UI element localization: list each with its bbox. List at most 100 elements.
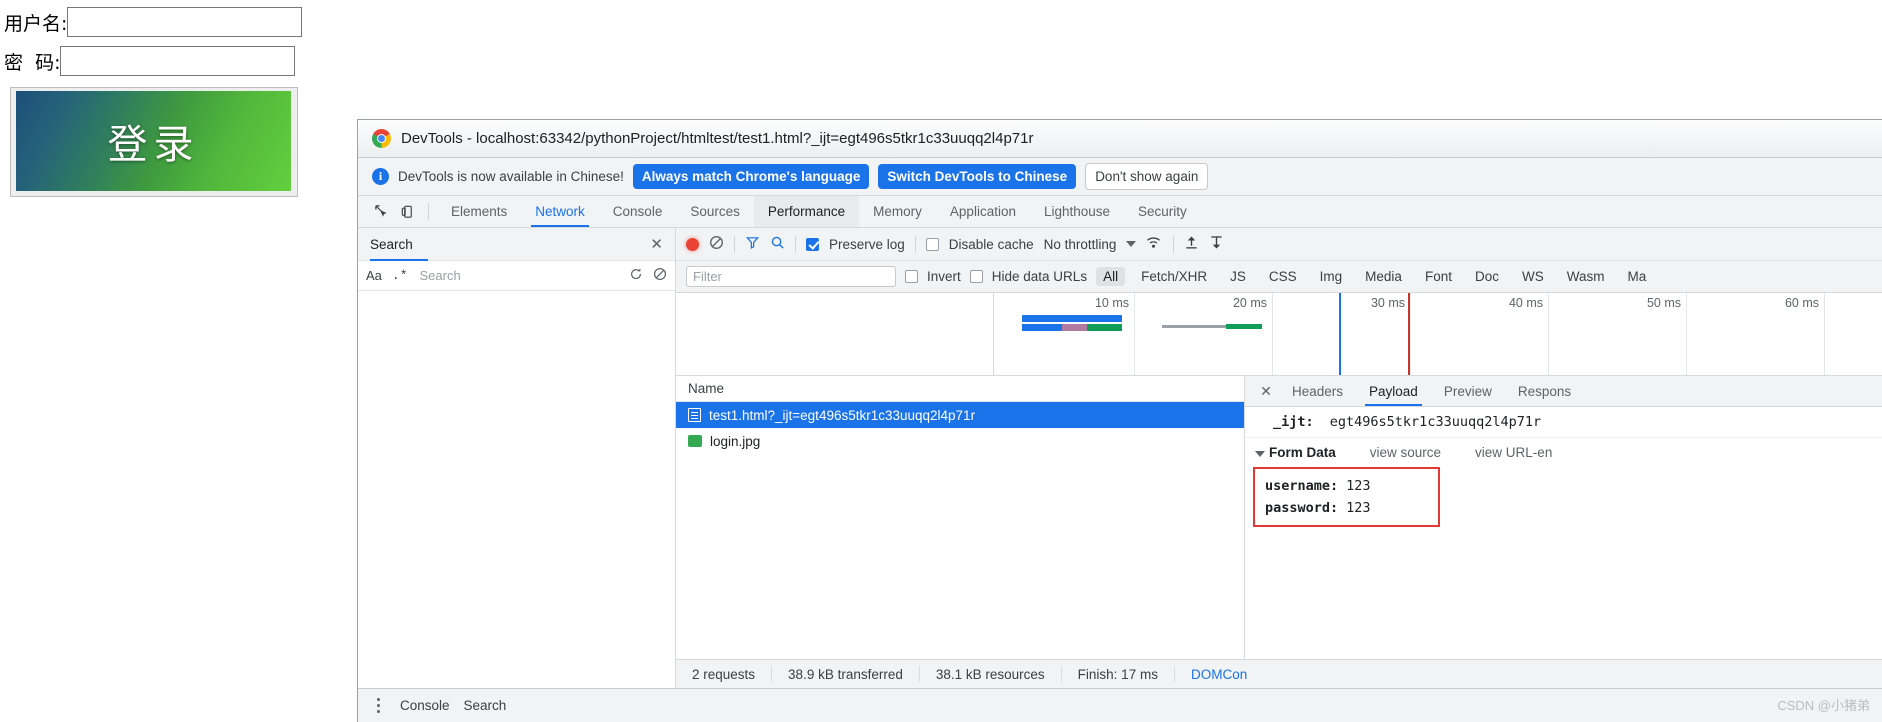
filter-type-js[interactable]: JS bbox=[1223, 267, 1253, 286]
drawer-tab-search[interactable]: Search bbox=[464, 698, 507, 713]
filter-type-font[interactable]: Font bbox=[1418, 267, 1459, 286]
tab-network[interactable]: Network bbox=[521, 196, 599, 227]
status-finish: Finish: 17 ms bbox=[1062, 666, 1175, 682]
search-pane: Search ✕ Aa .* bbox=[358, 228, 676, 688]
clear-icon[interactable] bbox=[653, 267, 667, 284]
view-source-link[interactable]: view source bbox=[1370, 445, 1441, 460]
dont-show-again-button[interactable]: Don't show again bbox=[1085, 163, 1209, 190]
regex-icon[interactable]: .* bbox=[392, 268, 408, 283]
form-field-key: username: bbox=[1265, 478, 1339, 494]
inspect-element-icon[interactable] bbox=[368, 196, 394, 227]
status-transferred: 38.9 kB transferred bbox=[772, 666, 920, 682]
filter-type-manifest[interactable]: Ma bbox=[1620, 267, 1653, 286]
language-banner: i DevTools is now available in Chinese! … bbox=[358, 158, 1882, 196]
tab-sources[interactable]: Sources bbox=[676, 196, 754, 227]
disable-cache-checkbox[interactable] bbox=[925, 237, 939, 251]
network-status-bar: 2 requests 38.9 kB transferred 38.1 kB r… bbox=[676, 659, 1882, 688]
tab-performance[interactable]: Performance bbox=[753, 196, 860, 227]
view-url-encoded-link[interactable]: view URL-en bbox=[1475, 445, 1552, 460]
close-icon[interactable]: ✕ bbox=[1253, 376, 1279, 406]
filter-type-doc[interactable]: Doc bbox=[1468, 267, 1506, 286]
filter-type-media[interactable]: Media bbox=[1358, 267, 1409, 286]
password-row: 密 码: bbox=[4, 44, 340, 78]
detail-tab-payload[interactable]: Payload bbox=[1356, 376, 1431, 406]
detail-tab-response[interactable]: Respons bbox=[1505, 376, 1584, 406]
filter-funnel-icon[interactable] bbox=[745, 235, 760, 253]
tab-lighthouse[interactable]: Lighthouse bbox=[1030, 196, 1124, 227]
filter-type-wasm[interactable]: Wasm bbox=[1560, 267, 1612, 286]
device-toolbar-icon[interactable] bbox=[394, 196, 420, 227]
password-input[interactable] bbox=[60, 46, 296, 76]
form-data-highlight-box: username: 123 password: 123 bbox=[1253, 467, 1440, 527]
overview-request-bar-1-wait bbox=[1022, 324, 1062, 331]
overview-timeline[interactable]: 10 ms 20 ms 30 ms 40 ms 50 ms 60 ms bbox=[994, 293, 1882, 375]
toolbar-divider-1 bbox=[734, 235, 735, 253]
filter-type-all[interactable]: All bbox=[1096, 267, 1126, 286]
request-column-name[interactable]: Name bbox=[676, 376, 1244, 402]
filter-type-fetch-xhr[interactable]: Fetch/XHR bbox=[1134, 267, 1214, 286]
dom-content-loaded-marker bbox=[1339, 293, 1341, 375]
detail-tab-headers[interactable]: Headers bbox=[1279, 376, 1356, 406]
search-network-icon[interactable] bbox=[770, 235, 785, 253]
overview-request-bar-2-download bbox=[1226, 324, 1262, 329]
detail-tab-preview[interactable]: Preview bbox=[1431, 376, 1505, 406]
invert-checkbox[interactable] bbox=[905, 270, 918, 283]
invert-label[interactable]: Invert bbox=[927, 269, 961, 284]
devtools-tab-bar: Elements Network Console Sources Perform… bbox=[358, 196, 1882, 228]
filter-type-css[interactable]: CSS bbox=[1262, 267, 1304, 286]
disable-cache-label[interactable]: Disable cache bbox=[949, 237, 1034, 252]
search-input[interactable] bbox=[417, 267, 619, 284]
preserve-log-checkbox[interactable] bbox=[806, 237, 819, 251]
request-list: Name test1.html?_ijt=egt496s5tkr1c33uuqq… bbox=[676, 376, 1245, 659]
network-toolbar: Preserve log Disable cache No throttling bbox=[676, 228, 1882, 261]
always-match-language-button[interactable]: Always match Chrome's language bbox=[632, 164, 870, 189]
overview-tick-20ms: 20 ms bbox=[1232, 296, 1267, 310]
form-field-value: 123 bbox=[1346, 478, 1371, 494]
table-row[interactable]: login.jpg bbox=[676, 428, 1244, 454]
network-timeline-overview: 10 ms 20 ms 30 ms 40 ms 50 ms 60 ms bbox=[676, 293, 1882, 376]
close-icon[interactable]: ✕ bbox=[650, 235, 663, 253]
query-string-parameter: _ijt: egt496s5tkr1c33uuqq2l4p71r bbox=[1245, 407, 1882, 438]
hide-data-urls-checkbox[interactable] bbox=[969, 270, 983, 283]
throttling-select[interactable]: No throttling bbox=[1044, 237, 1117, 252]
search-pane-toolbar: Aa .* bbox=[358, 261, 675, 291]
hide-data-urls-label[interactable]: Hide data URLs bbox=[992, 269, 1087, 284]
username-input[interactable] bbox=[67, 7, 303, 37]
tab-security[interactable]: Security bbox=[1124, 196, 1201, 227]
tab-memory[interactable]: Memory bbox=[859, 196, 936, 227]
network-filter-input[interactable] bbox=[686, 266, 896, 287]
match-case-icon[interactable]: Aa bbox=[366, 268, 382, 283]
search-results-area bbox=[358, 291, 675, 688]
status-requests: 2 requests bbox=[676, 666, 773, 682]
payload-content: _ijt: egt496s5tkr1c33uuqq2l4p71r Form Da… bbox=[1245, 407, 1882, 659]
chevron-down-icon[interactable] bbox=[1126, 241, 1137, 247]
drawer-tab-console[interactable]: Console bbox=[400, 698, 450, 713]
import-har-icon[interactable] bbox=[1184, 235, 1199, 253]
export-har-icon[interactable] bbox=[1209, 235, 1224, 253]
overview-tick-30ms: 30 ms bbox=[1370, 296, 1405, 310]
more-options-icon[interactable] bbox=[370, 698, 386, 713]
filter-type-img[interactable]: Img bbox=[1313, 267, 1350, 286]
overview-tick-50ms: 50 ms bbox=[1646, 296, 1681, 310]
form-data-title-group[interactable]: Form Data bbox=[1255, 445, 1336, 460]
login-button[interactable]: 登录 bbox=[16, 91, 291, 191]
tab-application[interactable]: Application bbox=[936, 196, 1030, 227]
filter-type-ws[interactable]: WS bbox=[1515, 267, 1551, 286]
switch-devtools-language-button[interactable]: Switch DevTools to Chinese bbox=[878, 164, 1077, 189]
table-row[interactable]: test1.html?_ijt=egt496s5tkr1c33uuqq2l4p7… bbox=[676, 402, 1244, 428]
image-icon bbox=[688, 435, 702, 447]
refresh-icon[interactable] bbox=[629, 267, 643, 284]
request-name: login.jpg bbox=[710, 433, 761, 449]
overview-tick-40ms: 40 ms bbox=[1508, 296, 1543, 310]
tab-console[interactable]: Console bbox=[599, 196, 677, 227]
screen: 用户名: 密 码: 登录 DevTools - localhost:63342/… bbox=[0, 0, 1882, 722]
request-list-empty-area bbox=[676, 454, 1244, 659]
record-icon[interactable] bbox=[686, 237, 699, 251]
tab-elements[interactable]: Elements bbox=[437, 196, 521, 227]
username-row: 用户名: bbox=[4, 5, 340, 39]
form-field-value: 123 bbox=[1346, 500, 1371, 516]
wifi-icon[interactable] bbox=[1146, 235, 1163, 253]
clear-network-icon[interactable] bbox=[709, 235, 724, 253]
overview-tick-60ms: 60 ms bbox=[1784, 296, 1819, 310]
preserve-log-label[interactable]: Preserve log bbox=[829, 237, 905, 252]
